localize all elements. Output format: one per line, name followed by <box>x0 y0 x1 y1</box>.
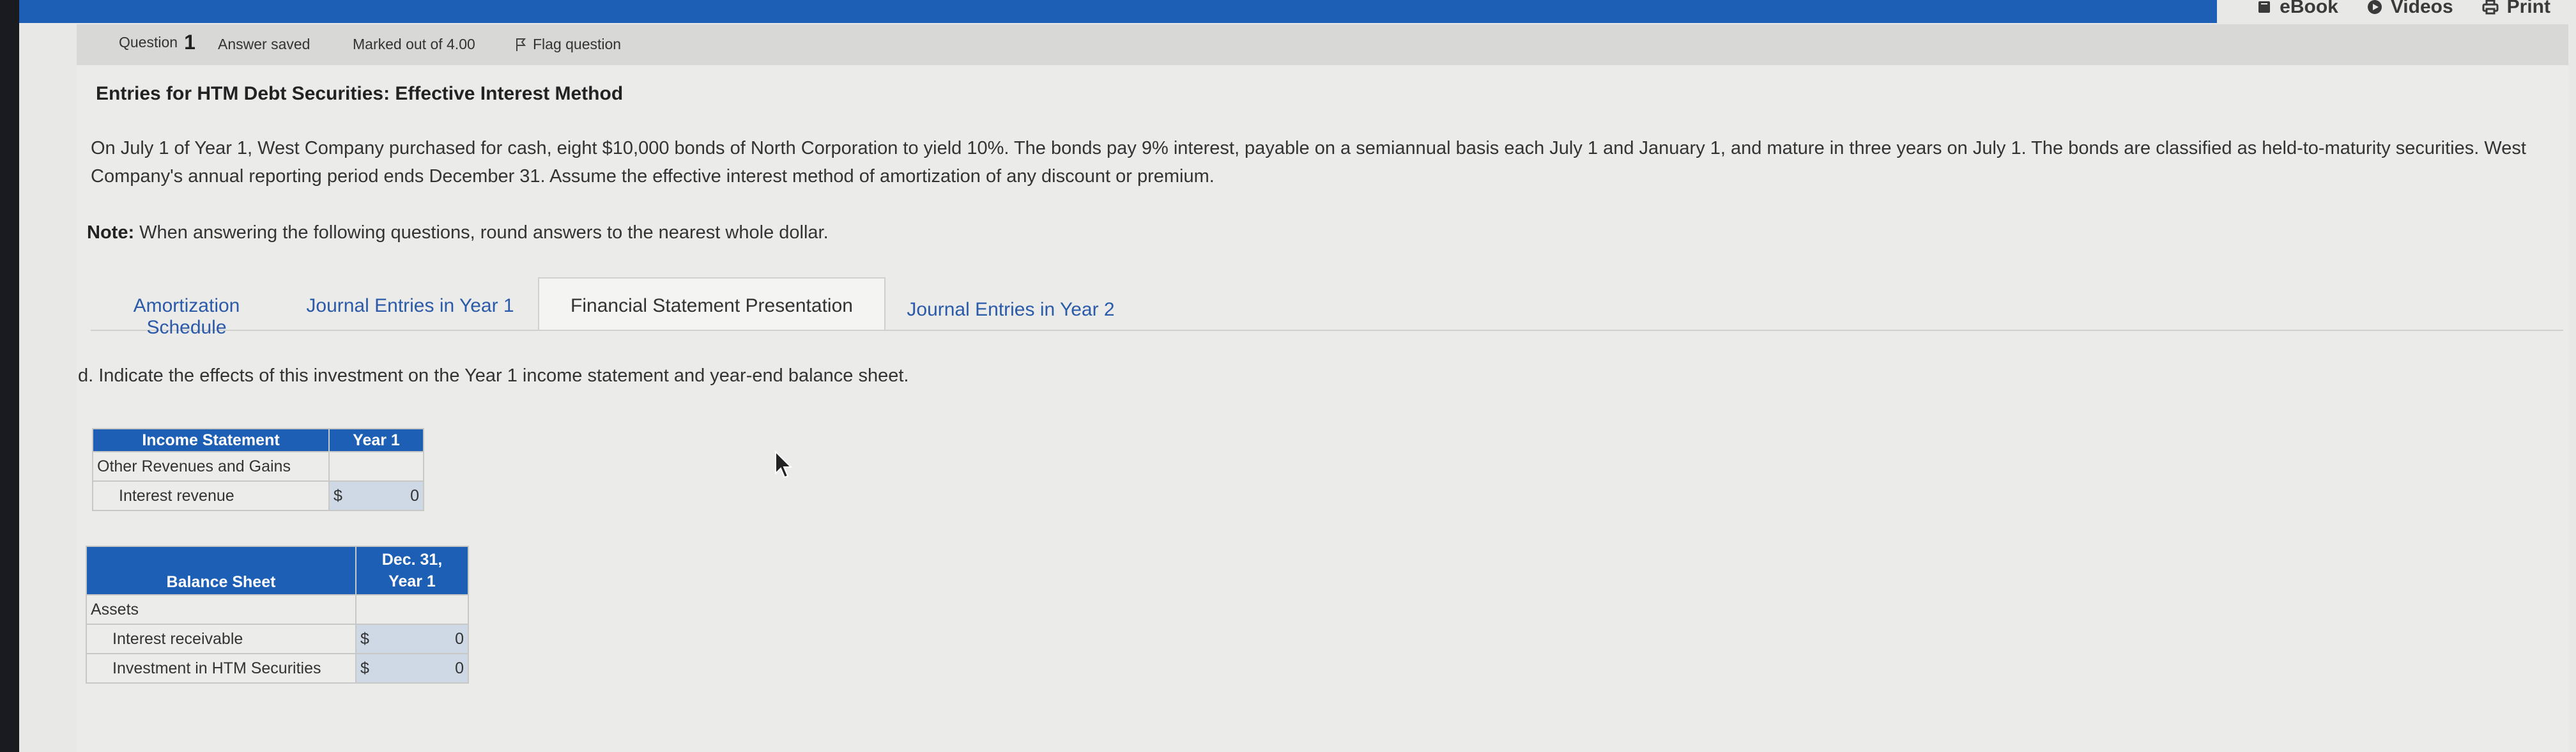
tab-label: Amortization Schedule <box>133 295 240 338</box>
interest-receivable-value: 0 <box>455 629 464 648</box>
balance-sheet-table: Balance Sheet Dec. 31, Year 1 Assets Int… <box>86 546 469 684</box>
income-statement-table: Income Statement Year 1 Other Revenues a… <box>92 428 424 511</box>
tab-amortization-schedule[interactable]: Amortization Schedule <box>91 281 282 338</box>
play-icon <box>2367 0 2382 14</box>
balance-sheet-header: Balance Sheet <box>86 546 356 595</box>
investment-htm-input[interactable]: $ 0 <box>355 653 469 684</box>
investment-htm-label: Investment in HTM Securities <box>86 653 356 684</box>
tab-journal-entries-year-2[interactable]: Journal Entries in Year 2 <box>889 281 1132 330</box>
investment-htm-value: 0 <box>455 659 464 677</box>
currency-symbol: $ <box>360 629 369 648</box>
income-statement-header: Income Statement <box>92 428 330 452</box>
tab-label: Financial Statement Presentation <box>571 295 853 316</box>
tab-journal-entries-year-1[interactable]: Journal Entries in Year 1 <box>289 281 532 330</box>
interest-receivable-label: Interest receivable <box>86 624 356 654</box>
ebook-link[interactable]: eBook <box>2257 0 2338 18</box>
col-header-line1: Dec. 31, <box>381 551 443 569</box>
print-link[interactable]: Print <box>2481 0 2550 18</box>
currency-symbol: $ <box>334 486 342 505</box>
flag-question-button[interactable]: Flag question <box>515 36 621 53</box>
currency-symbol: $ <box>360 659 369 677</box>
question-panel: Entries for HTM Debt Securities: Effecti… <box>77 65 2568 752</box>
interest-revenue-input[interactable]: $ 0 <box>328 480 424 511</box>
print-label: Print <box>2506 0 2550 17</box>
balance-sheet-col-header: Dec. 31, Year 1 <box>355 546 469 595</box>
tab-bar: Amortization Schedule Journal Entries in… <box>91 277 2563 338</box>
income-statement-col-header: Year 1 <box>328 428 424 452</box>
tab-label: Journal Entries in Year 1 <box>306 295 514 316</box>
answer-status: Answer saved <box>218 36 310 53</box>
tab-label: Journal Entries in Year 2 <box>907 299 1115 320</box>
page: eBook Videos Print Question 1 Answer sav… <box>19 0 2576 752</box>
assets-section-label: Assets <box>86 594 356 625</box>
top-bar <box>19 0 2217 23</box>
empty-cell <box>355 594 469 625</box>
problem-title: Entries for HTM Debt Securities: Effecti… <box>96 83 624 104</box>
ebook-label: eBook <box>2280 0 2338 17</box>
answer-status-text: Answer saved <box>218 36 310 52</box>
question-header: Question 1 Answer saved Marked out of 4.… <box>77 24 2568 65</box>
mouse-cursor-icon <box>775 450 793 479</box>
problem-paragraph: On July 1 of Year 1, West Company purcha… <box>91 138 2526 187</box>
interest-receivable-input[interactable]: $ 0 <box>355 624 469 654</box>
income-section-label: Other Revenues and Gains <box>92 451 330 482</box>
top-links: eBook Videos Print <box>2257 0 2550 18</box>
note-text: When answering the following questions, … <box>139 222 829 243</box>
videos-link[interactable]: Videos <box>2366 0 2453 18</box>
question-number-block: Question 1 <box>119 31 195 54</box>
printer-icon <box>2482 0 2499 15</box>
marked-text: Marked out of 4.00 <box>353 36 475 52</box>
flag-icon <box>516 38 526 51</box>
book-icon <box>2258 1 2271 13</box>
tab-financial-statement-presentation[interactable]: Financial Statement Presentation <box>538 277 885 330</box>
videos-label: Videos <box>2390 0 2453 17</box>
interest-revenue-label: Interest revenue <box>92 480 330 511</box>
col-header-line2: Year 1 <box>388 572 436 590</box>
note: Note: When answering the following quest… <box>87 222 829 243</box>
question-text: d. Indicate the effects of this investme… <box>78 365 909 386</box>
marked-out-of: Marked out of 4.00 <box>353 36 475 53</box>
question-number: 1 <box>184 31 195 54</box>
question-label: Question <box>119 34 178 50</box>
interest-revenue-value: 0 <box>410 486 419 505</box>
empty-cell <box>328 451 424 482</box>
note-label: Note: <box>87 222 135 243</box>
flag-question-label: Flag question <box>533 36 622 52</box>
